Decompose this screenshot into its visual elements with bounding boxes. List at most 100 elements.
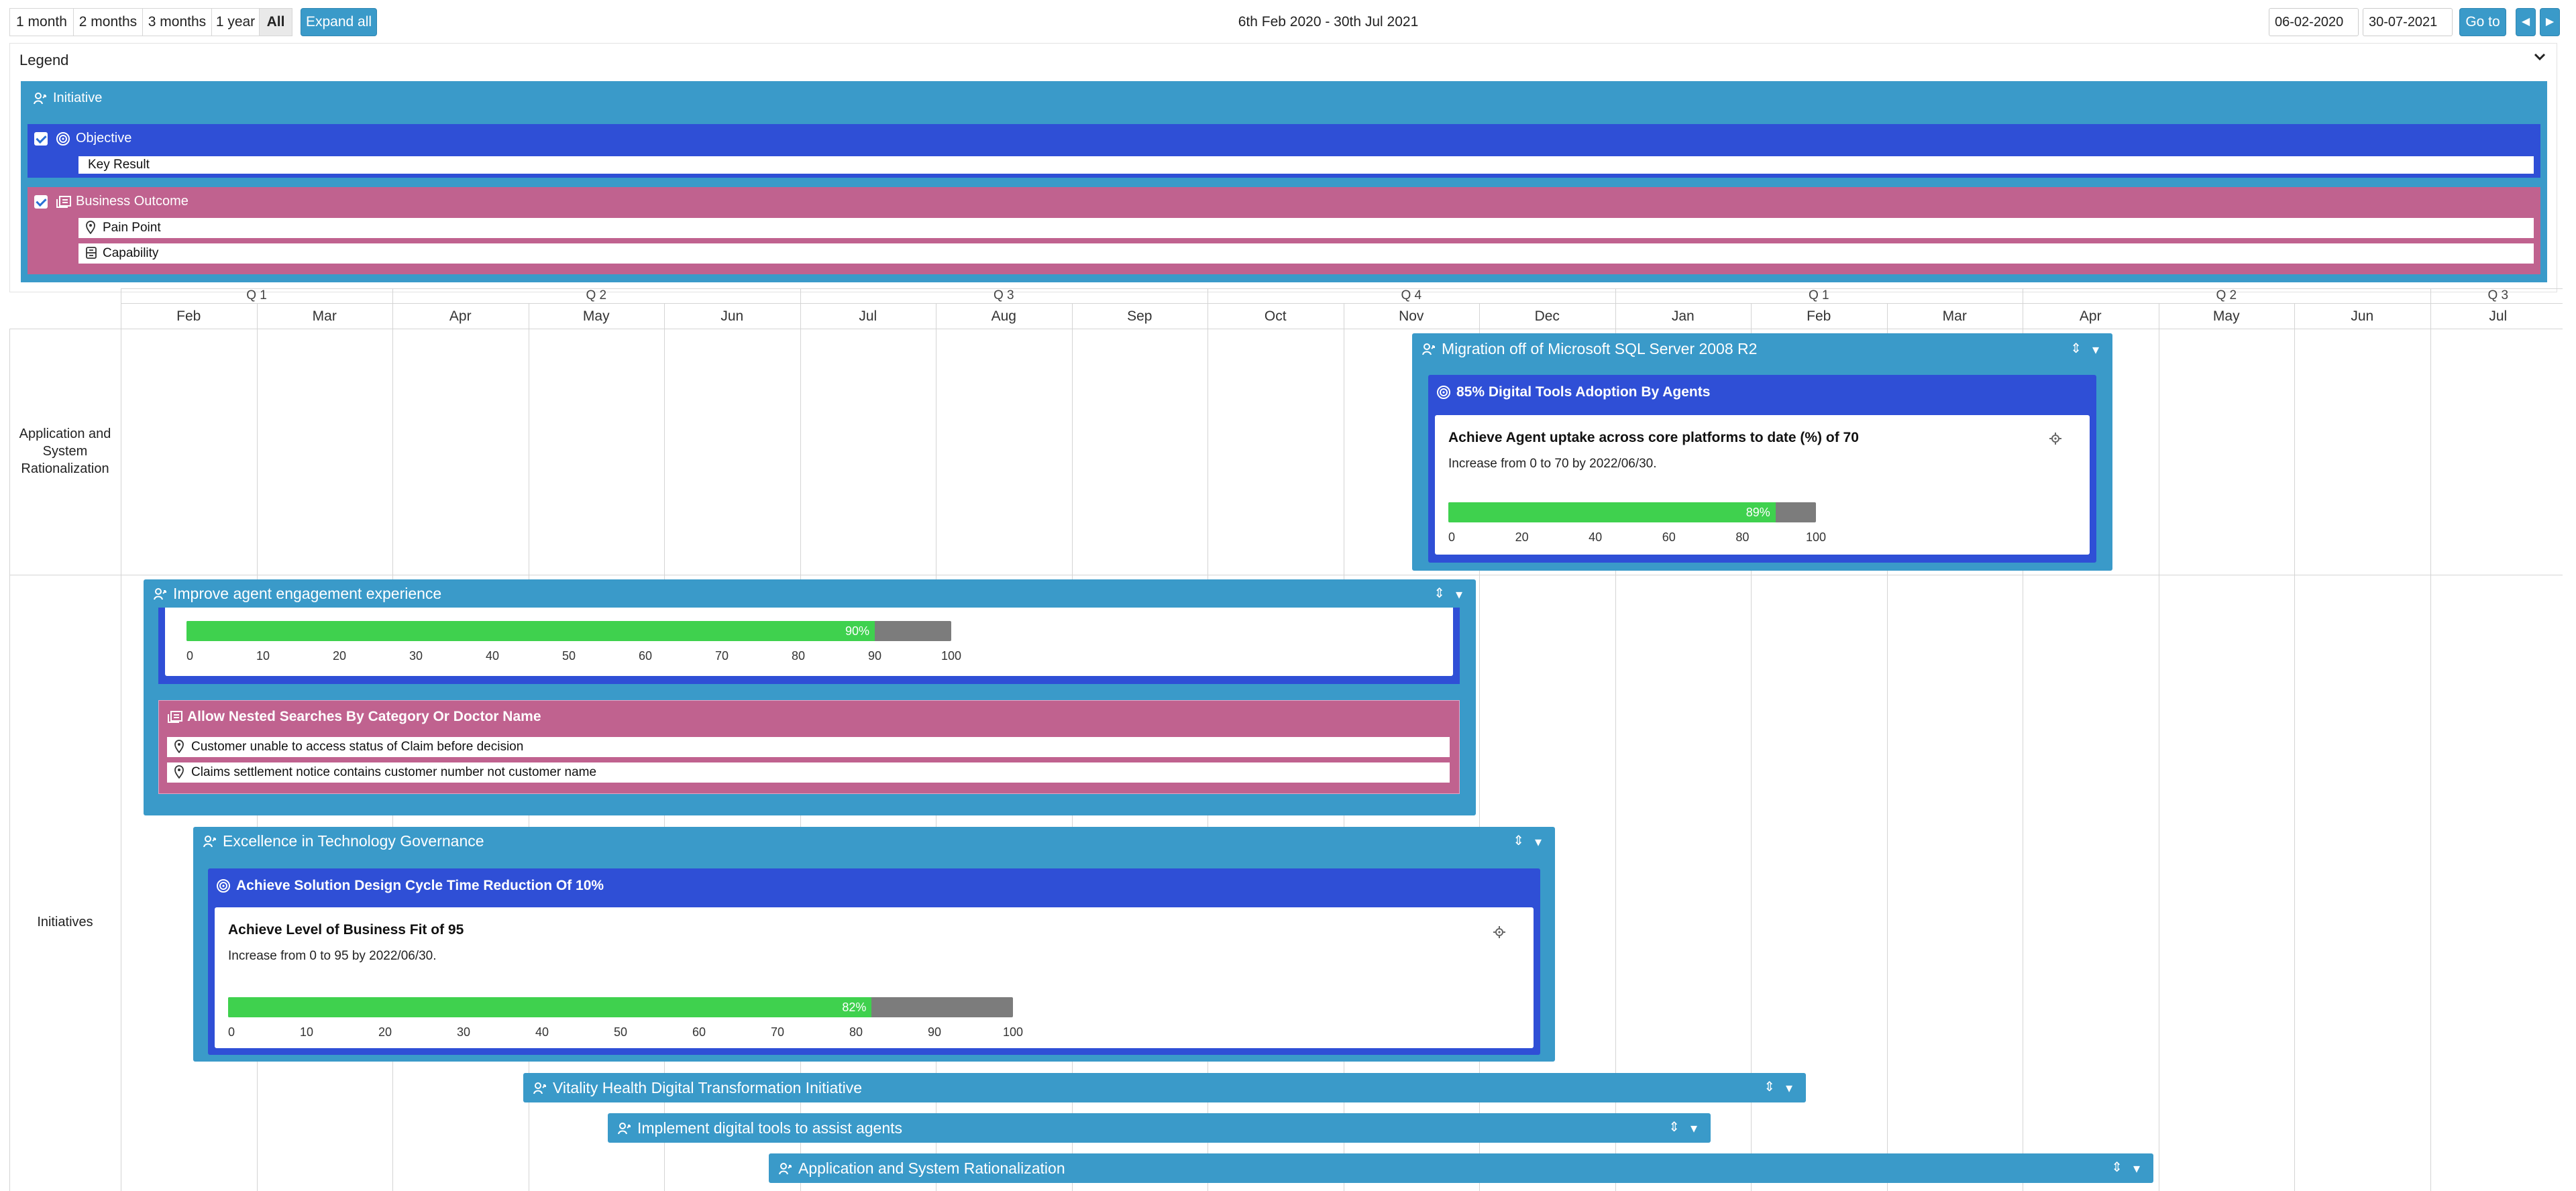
reorder-icon[interactable]: ⇕ bbox=[1764, 1078, 1775, 1095]
axis-tick-label: 80 bbox=[849, 1025, 863, 1039]
initiative-card-app-system-rationalization[interactable]: Application and System Rationalization ⇕… bbox=[769, 1153, 2153, 1183]
axis-tick-label: 20 bbox=[378, 1025, 392, 1039]
business-outcome-card: Allow Nested Searches By Category Or Doc… bbox=[158, 700, 1460, 794]
axis-tick-label: 40 bbox=[1589, 530, 1603, 544]
legend-initiative-block: Initiative Objective Key Result Business… bbox=[21, 81, 2547, 282]
legend-initiative-header: Initiative bbox=[33, 91, 102, 106]
chevron-down-icon[interactable] bbox=[2532, 49, 2547, 64]
quarter-label: Q 2 bbox=[2216, 288, 2237, 302]
caret-down-icon[interactable]: ▾ bbox=[2092, 341, 2099, 358]
initiative-card-vitality-health[interactable]: Vitality Health Digital Transformation I… bbox=[523, 1073, 1806, 1102]
caret-down-icon[interactable]: ▾ bbox=[1456, 586, 1462, 603]
next-period-button[interactable]: ▶ bbox=[2540, 8, 2560, 36]
progress-axis: 0 10 20 30 40 50 60 70 80 90 100 bbox=[228, 1025, 1023, 1040]
initiative-icon bbox=[533, 1081, 547, 1096]
axis-tick-label: 40 bbox=[535, 1025, 549, 1039]
progress-bar: 89% bbox=[1448, 502, 1816, 522]
start-date-input[interactable]: 06-02-2020 bbox=[2269, 8, 2359, 36]
progress-label: 89% bbox=[1746, 506, 1770, 519]
month-label: Mar bbox=[312, 308, 337, 324]
key-result-card: 90% 0 10 20 30 40 50 60 70 80 90 100 bbox=[165, 608, 1453, 676]
caret-down-icon[interactable]: ▾ bbox=[1786, 1080, 1792, 1096]
quarter-divider bbox=[392, 288, 393, 303]
range-2-months-button[interactable]: 2 months bbox=[73, 8, 143, 36]
quarter-label: Q 1 bbox=[246, 288, 267, 302]
month-label: May bbox=[2212, 308, 2240, 324]
key-result-description: Increase from 0 to 70 by 2022/06/30. bbox=[1448, 457, 1657, 471]
objective-checkbox[interactable] bbox=[34, 132, 48, 146]
axis-tick-label: 10 bbox=[299, 1025, 314, 1039]
caret-down-icon[interactable]: ▾ bbox=[2133, 1160, 2140, 1177]
range-all-button[interactable]: All bbox=[259, 8, 292, 36]
progress-axis: 0 20 40 60 80 100 bbox=[1448, 530, 1826, 545]
target-icon bbox=[216, 878, 231, 893]
month-label: Jul bbox=[2489, 308, 2508, 324]
axis-tick-label: 0 bbox=[1448, 530, 1456, 544]
legend-pain-point-label: Pain Point bbox=[103, 221, 161, 235]
chevron-left-icon: ◀ bbox=[2521, 16, 2530, 27]
legend-objective-label: Objective bbox=[76, 131, 132, 146]
key-result-card: Achieve Level of Business Fit of 95 Incr… bbox=[215, 907, 1534, 1048]
axis-tick-label: 0 bbox=[228, 1025, 235, 1039]
initiative-header: Migration off of Microsoft SQL Server 20… bbox=[1421, 340, 1757, 358]
date-range-text: 6th Feb 2020 - 30th Jul 2021 bbox=[1238, 14, 1419, 30]
month-label: Nov bbox=[1399, 308, 1424, 324]
initiative-card-migration[interactable]: Migration off of Microsoft SQL Server 20… bbox=[1412, 333, 2112, 571]
progress-fill bbox=[1448, 502, 1776, 522]
month-label: Oct bbox=[1264, 308, 1287, 324]
progress-axis: 0 10 20 30 40 50 60 70 80 90 100 bbox=[186, 649, 961, 664]
axis-tick-label: 80 bbox=[791, 649, 806, 663]
progress-label: 82% bbox=[842, 1001, 867, 1014]
target-icon bbox=[1436, 385, 1451, 400]
range-1-year-button[interactable]: 1 year bbox=[211, 8, 260, 36]
initiative-title: Migration off of Microsoft SQL Server 20… bbox=[1442, 340, 1758, 357]
prev-period-button[interactable]: ◀ bbox=[2516, 8, 2536, 36]
caret-down-icon[interactable]: ▾ bbox=[1535, 834, 1542, 850]
capability-icon bbox=[85, 246, 97, 261]
month-label: Feb bbox=[1807, 308, 1831, 324]
initiative-icon bbox=[153, 587, 168, 602]
progress-fill bbox=[228, 997, 872, 1017]
reorder-icon[interactable]: ⇕ bbox=[1434, 585, 1445, 602]
map-pin-icon bbox=[174, 740, 186, 754]
axis-tick-label: 60 bbox=[1662, 530, 1676, 544]
initiative-header: Improve agent engagement experience bbox=[153, 585, 441, 603]
month-label: May bbox=[582, 308, 610, 324]
month-divider bbox=[2294, 303, 2295, 1191]
month-label: Apr bbox=[2079, 308, 2102, 324]
quarter-label: Q 2 bbox=[586, 288, 607, 302]
month-label: Aug bbox=[991, 308, 1016, 324]
range-3-months-button[interactable]: 3 months bbox=[142, 8, 212, 36]
pain-point-label: Claims settlement notice contains custom… bbox=[191, 765, 597, 779]
key-result-card: Achieve Agent uptake across core platfor… bbox=[1435, 415, 2090, 555]
caret-down-icon[interactable]: ▾ bbox=[1690, 1120, 1697, 1137]
end-date-input[interactable]: 30-07-2021 bbox=[2363, 8, 2453, 36]
month-label: Jul bbox=[859, 308, 877, 324]
legend-pain-point: Pain Point bbox=[78, 218, 2534, 238]
go-to-button[interactable]: Go to bbox=[2459, 8, 2506, 36]
initiative-card-excellence-governance[interactable]: Excellence in Technology Governance ⇕ ▾ … bbox=[193, 827, 1555, 1062]
axis-tick-label: 10 bbox=[256, 649, 270, 663]
initiative-header: Implement digital tools to assist agents bbox=[617, 1119, 902, 1137]
objective-title: 85% Digital Tools Adoption By Agents bbox=[1456, 384, 1711, 400]
objective-card: 90% 0 10 20 30 40 50 60 70 80 90 100 bbox=[158, 608, 1460, 684]
business-outcome-checkbox[interactable] bbox=[34, 195, 48, 209]
initiative-card-improve-agent-engagement[interactable]: Improve agent engagement experience ⇕ ▾ … bbox=[144, 579, 1476, 815]
axis-tick-label: 100 bbox=[1805, 530, 1827, 544]
settings-icon[interactable] bbox=[2049, 433, 2061, 445]
initiative-card-digital-tools[interactable]: Implement digital tools to assist agents… bbox=[608, 1113, 1711, 1143]
pain-point-item: Claims settlement notice contains custom… bbox=[167, 762, 1450, 783]
reorder-icon[interactable]: ⇕ bbox=[2070, 340, 2082, 357]
month-label: Apr bbox=[449, 308, 472, 324]
range-1-month-button[interactable]: 1 month bbox=[9, 8, 74, 36]
row-label-initiatives: Initiatives bbox=[37, 915, 93, 929]
settings-icon[interactable] bbox=[1493, 926, 1505, 938]
chevron-right-icon: ▶ bbox=[2545, 16, 2555, 27]
reorder-icon[interactable]: ⇕ bbox=[1513, 832, 1524, 849]
reorder-icon[interactable]: ⇕ bbox=[1668, 1119, 1680, 1135]
target-icon bbox=[56, 131, 70, 146]
legend-objective-block: Objective Key Result bbox=[28, 124, 2540, 178]
initiative-title: Implement digital tools to assist agents bbox=[637, 1119, 903, 1137]
expand-all-button[interactable]: Expand all bbox=[301, 8, 377, 36]
reorder-icon[interactable]: ⇕ bbox=[2111, 1159, 2123, 1176]
